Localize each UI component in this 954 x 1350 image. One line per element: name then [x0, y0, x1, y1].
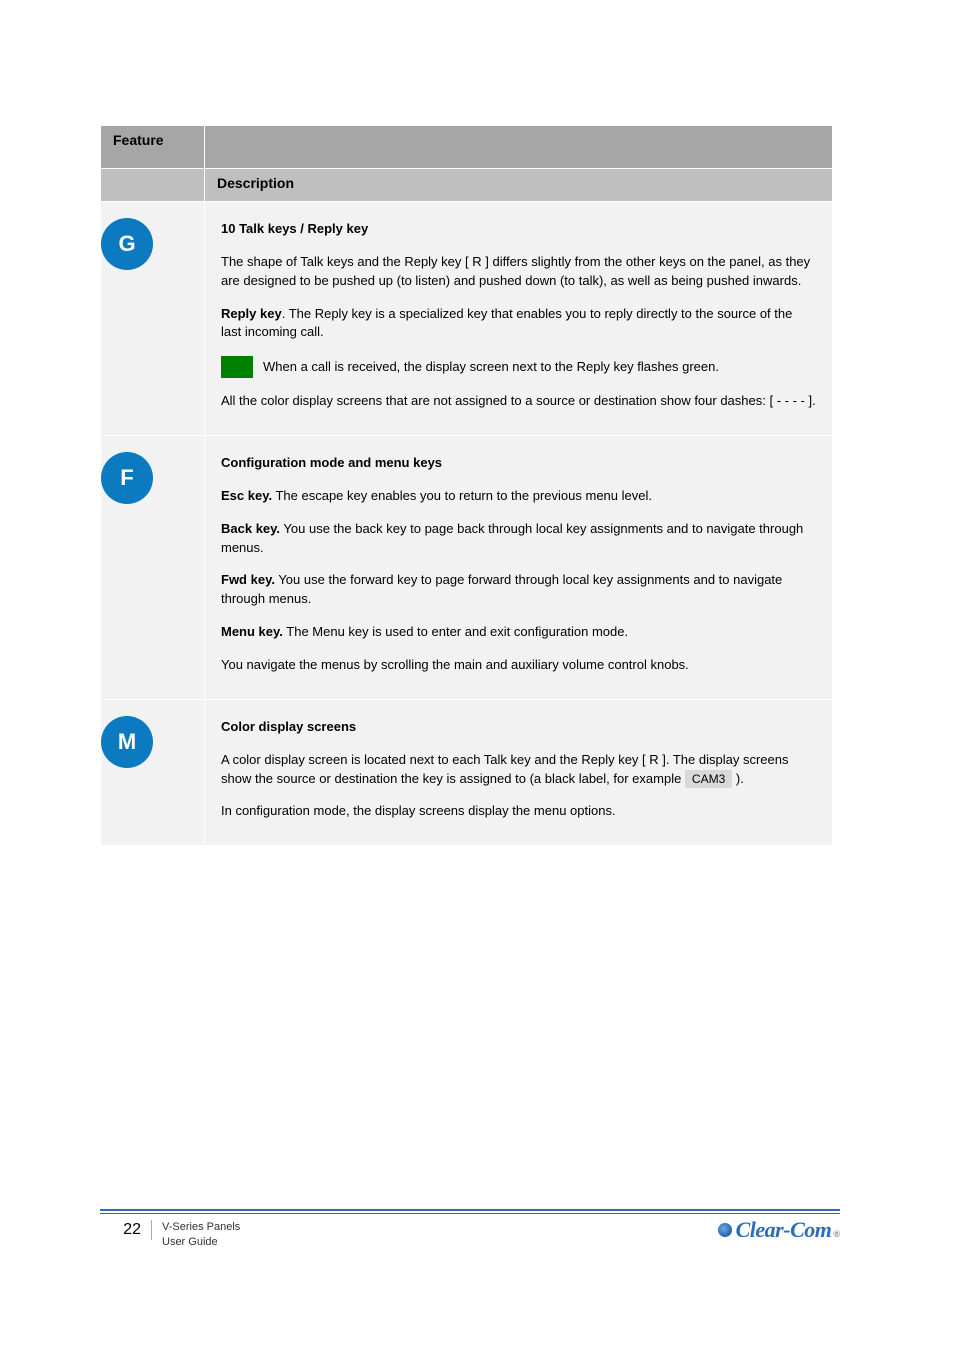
- feature-key-badge: G: [101, 218, 153, 270]
- footer-rule-bottom: [100, 1213, 840, 1214]
- list-item: Back key. You use the back key to page b…: [221, 520, 816, 558]
- feature-para: You navigate the menus by scrolling the …: [221, 656, 816, 675]
- page-footer: 22 V-Series Panels User Guide Clear-Com …: [100, 1209, 840, 1250]
- table-row: M Color display screens A color display …: [101, 699, 833, 845]
- table-row: F Configuration mode and menu keys Esc k…: [101, 436, 833, 700]
- feature-key-cell: F: [101, 436, 205, 700]
- footer-rule-top: [100, 1209, 840, 1211]
- list-item: Fwd key. You use the forward key to page…: [221, 571, 816, 609]
- feature-para: Reply key. The Reply key is a specialize…: [221, 305, 816, 343]
- feature-key-badge: M: [101, 716, 153, 768]
- brand-logo-text: Clear-Com: [736, 1217, 832, 1243]
- feature-key-cell: G: [101, 202, 205, 436]
- feature-title: Color display screens: [221, 718, 816, 737]
- feature-title: 10 Talk keys / Reply key: [221, 220, 816, 239]
- feature-para: The shape of Talk keys and the Reply key…: [221, 253, 816, 291]
- feature-key-letter: F: [120, 465, 133, 491]
- doc-title-block: V-Series Panels User Guide: [152, 1220, 240, 1250]
- brand-logo-icon: [718, 1223, 732, 1237]
- display-label-example: CAM3: [685, 770, 732, 788]
- table-row: G 10 Talk keys / Reply key The shape of …: [101, 202, 833, 436]
- feature-description-table: Feature Description G 10 Talk keys / Rep…: [100, 125, 833, 846]
- feature-para: In configuration mode, the display scree…: [221, 802, 816, 821]
- column-header-description-blank: [205, 126, 833, 169]
- page-number: 22: [100, 1220, 152, 1239]
- feature-key-cell: M: [101, 699, 205, 845]
- column-header-feature: Feature: [101, 126, 205, 169]
- list-item: Esc key. The escape key enables you to r…: [221, 487, 816, 506]
- feature-key-letter: M: [118, 729, 136, 755]
- feature-para: A color display screen is located next t…: [221, 751, 816, 789]
- column-subheader-blank: [101, 169, 205, 202]
- feature-key-badge: F: [101, 452, 153, 504]
- doc-title-line1: V-Series Panels: [162, 1220, 240, 1235]
- feature-description-cell: 10 Talk keys / Reply key The shape of Ta…: [205, 202, 833, 436]
- led-swatch-icon: [221, 356, 253, 378]
- list-item: Menu key. The Menu key is used to enter …: [221, 623, 816, 642]
- column-subheader-description: Description: [205, 169, 833, 202]
- doc-title-line2: User Guide: [162, 1235, 240, 1250]
- led-description: When a call is received, the display scr…: [263, 358, 719, 377]
- feature-key-letter: G: [118, 231, 135, 257]
- feature-title: Configuration mode and menu keys: [221, 454, 816, 473]
- feature-description-cell: Configuration mode and menu keys Esc key…: [205, 436, 833, 700]
- feature-description-cell: Color display screens A color display sc…: [205, 699, 833, 845]
- registered-mark-icon: ®: [833, 1229, 840, 1239]
- brand-logo: Clear-Com ®: [718, 1217, 840, 1243]
- led-indicator-row: When a call is received, the display scr…: [221, 356, 816, 378]
- feature-item-list: Esc key. The escape key enables you to r…: [221, 487, 816, 642]
- feature-para: All the color display screens that are n…: [221, 392, 816, 411]
